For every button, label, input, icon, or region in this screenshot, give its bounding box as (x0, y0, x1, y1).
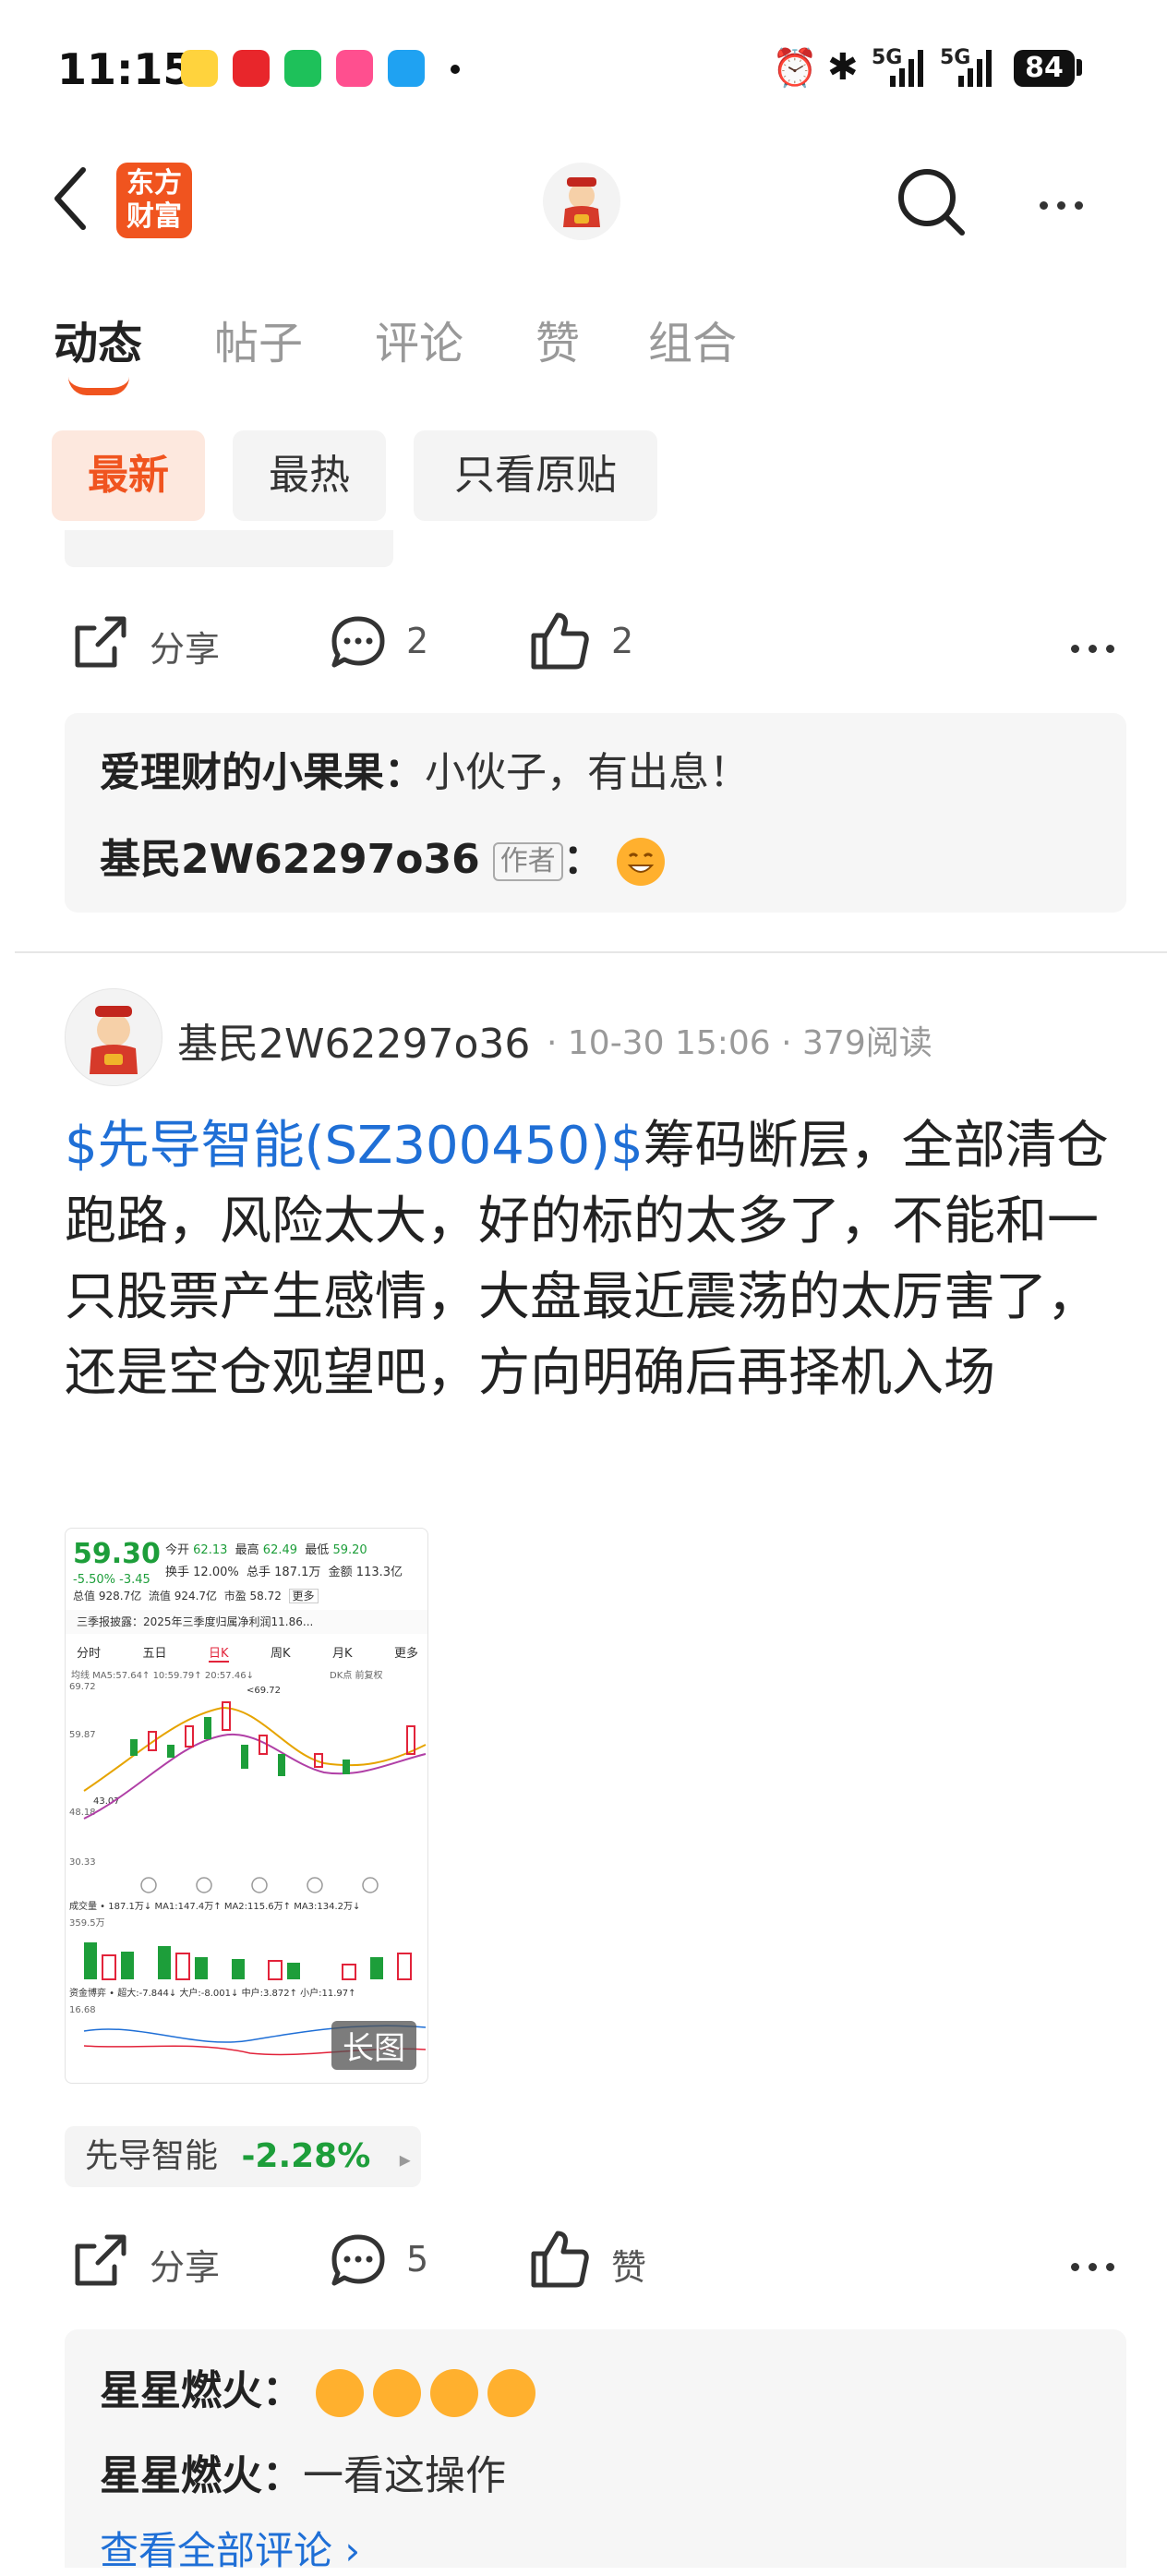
battery-indicator: 84 (1014, 50, 1075, 87)
alarm-icon: ⏰ (772, 47, 818, 90)
caishen-avatar-icon (90, 1006, 138, 1074)
like-label[interactable]: 赞 (611, 2239, 646, 2290)
quote-row-1: 今开 62.13 最高 62.49 最低 59.20 (165, 1543, 367, 1557)
comment-author[interactable]: 星星燃火 (100, 2452, 262, 2499)
active-tab-indicator (68, 377, 129, 395)
sweat-emoji-icon (487, 2369, 535, 2417)
post-body: $先导智能(SZ300450)$筹码断层，全部清仓跑路，风险太大，好的标的太多了… (65, 1108, 1136, 1411)
svg-text:59.87: 59.87 (69, 1730, 96, 1740)
tab-dynamics[interactable]: 动态 (54, 307, 142, 371)
caishen-avatar-icon (563, 177, 600, 227)
signal-icon (890, 50, 923, 87)
like-count: 2 (611, 621, 634, 661)
status-bar: 11:15 ⏰ ✱ 5G 5G 84 (0, 0, 1167, 139)
filter-latest[interactable]: 最新 (52, 430, 205, 521)
stock-tag-arrow-icon: ▸ (399, 2147, 411, 2172)
stock-link[interactable]: $先导智能(SZ300450)$ (65, 1116, 644, 1176)
comment-separator: ： (562, 836, 604, 883)
previous-stock-tag[interactable] (65, 530, 393, 567)
comment-author[interactable]: 爱理财的小果果 (100, 749, 384, 796)
notification-dot (451, 65, 460, 74)
comment-author[interactable]: 基民2W62297o36 (100, 836, 480, 883)
quote-row-3: 总值 928.7亿 流值 924.7亿 市盈 58.72 更多 (73, 1588, 319, 1603)
comment-text: 小伙子，有出息！ (425, 749, 750, 796)
post-image[interactable]: 59.30 -5.50% -3.45 今开 62.13 最高 62.49 最低 … (65, 1528, 428, 2084)
search-icon[interactable] (894, 164, 968, 238)
svg-text:30.33: 30.33 (69, 1857, 96, 1868)
comment-item: 基民2W62297o36 作者： (100, 826, 674, 886)
comment-count: 2 (406, 621, 429, 661)
long-image-badge: 长图 (331, 2021, 416, 2070)
comments-preview[interactable]: 爱理财的小果果：小伙子，有出息！ 基民2W62297o36 作者： (65, 713, 1126, 913)
post-more-icon[interactable] (1071, 639, 1124, 657)
svg-text:成交量 • 187.1万↓ MA1:147.4万↑ MA2:: 成交量 • 187.1万↓ MA1:147.4万↑ MA2:115.6万↑ MA… (69, 1900, 360, 1912)
svg-text:359.5万: 359.5万 (69, 1918, 105, 1929)
quote-row-2: 换手 12.00% 总手 187.1万 金额 113.3亿 (165, 1566, 403, 1579)
comment-count: 5 (406, 2239, 429, 2280)
filter-hottest[interactable]: 最热 (233, 430, 386, 521)
tab-likes[interactable]: 赞 (535, 307, 580, 371)
comment-item: 爱理财的小果果：小伙子，有出息！ (100, 739, 750, 798)
quote-notice: 三季报披露：2025年三季度归属净利润11.86... (66, 1610, 427, 1634)
ma-line: 均线 MA5:57.64↑ 10:59.79↑ 20:57.46↓ (71, 1671, 254, 1681)
stock-tag-change: -2.28% (241, 2137, 371, 2175)
comment-separator: ： (384, 749, 425, 796)
dk-label: DK点 前复权 (330, 1671, 383, 1681)
svg-text:16.68: 16.68 (69, 2005, 96, 2015)
comment-item: 星星燃火： (100, 2357, 545, 2417)
tab-portfolio[interactable]: 组合 (648, 307, 737, 371)
grin-emoji-icon (616, 838, 665, 886)
sweat-emoji-icon (430, 2369, 478, 2417)
svg-text:48.18: 48.18 (69, 1808, 96, 1818)
app-icon (388, 50, 425, 87)
stock-tag-name: 先导智能 (85, 2137, 219, 2175)
svg-text:<69.72: <69.72 (247, 1686, 281, 1696)
quote-price: 59.30 (73, 1538, 161, 1570)
share-icon[interactable] (70, 2231, 129, 2291)
period-tabs: 分时 五日 日K 周K 月K 更多 (77, 1643, 418, 1663)
battery-tip (1077, 59, 1082, 76)
red-envelope-icon (233, 50, 270, 87)
status-time: 11:15 (57, 44, 193, 94)
comment-text: 一看这操作 (303, 2452, 506, 2499)
signal-icon-2 (958, 50, 992, 87)
tab-posts[interactable]: 帖子 (214, 307, 303, 371)
comment-icon[interactable] (329, 2231, 388, 2291)
author-avatar[interactable] (65, 988, 162, 1086)
sweat-emoji-icon (373, 2369, 421, 2417)
eastmoney-logo[interactable]: 东方 财富 (116, 163, 192, 238)
svg-text:69.72: 69.72 (69, 1682, 96, 1692)
comment-icon[interactable] (329, 613, 388, 672)
comment-author[interactable]: 星星燃火 (100, 2367, 262, 2414)
taobao-icon (336, 50, 373, 87)
post-divider (15, 951, 1167, 953)
svg-text:资金博弈 • 超大:-7.844↓ 大户:-8.001↓ 中: 资金博弈 • 超大:-7.844↓ 大户:-8.001↓ 中户:3.872↑ 小… (69, 1987, 356, 1999)
author-badge: 作者 (492, 842, 563, 881)
post-more-icon[interactable] (1071, 2257, 1124, 2275)
comment-separator: ： (262, 2367, 303, 2414)
stock-tag[interactable]: 先导智能 -2.28% ▸ (65, 2126, 421, 2187)
tab-comments[interactable]: 评论 (375, 307, 463, 371)
like-icon[interactable] (528, 610, 591, 672)
user-avatar[interactable] (543, 163, 620, 240)
sweat-emoji-icon (316, 2369, 364, 2417)
share-label[interactable]: 分享 (150, 2239, 220, 2290)
post-meta: · 10-30 15:06 · 379阅读 (547, 1024, 932, 1062)
share-label[interactable]: 分享 (150, 621, 220, 671)
comment-item: 星星燃火：一看这操作 (100, 2442, 506, 2501)
filter-original-only[interactable]: 只看原贴 (414, 430, 657, 521)
bluetooth-icon: ✱ (827, 46, 859, 89)
like-icon[interactable] (528, 2228, 591, 2291)
share-icon[interactable] (70, 613, 129, 672)
post-author-name[interactable]: 基民2W62297o36 (177, 1010, 530, 1070)
logo-line-1: 东方 (126, 167, 182, 200)
comments-preview[interactable]: 星星燃火： 星星燃火：一看这操作 查看全部评论 › (65, 2329, 1126, 2573)
back-arrow-icon[interactable] (52, 166, 89, 231)
more-options-icon[interactable] (1040, 196, 1092, 213)
weibo-icon (181, 50, 218, 87)
logo-line-2: 财富 (126, 200, 182, 233)
iqiyi-icon (284, 50, 321, 87)
quote-change: -5.50% -3.45 (73, 1573, 150, 1587)
comment-separator: ： (262, 2452, 303, 2499)
